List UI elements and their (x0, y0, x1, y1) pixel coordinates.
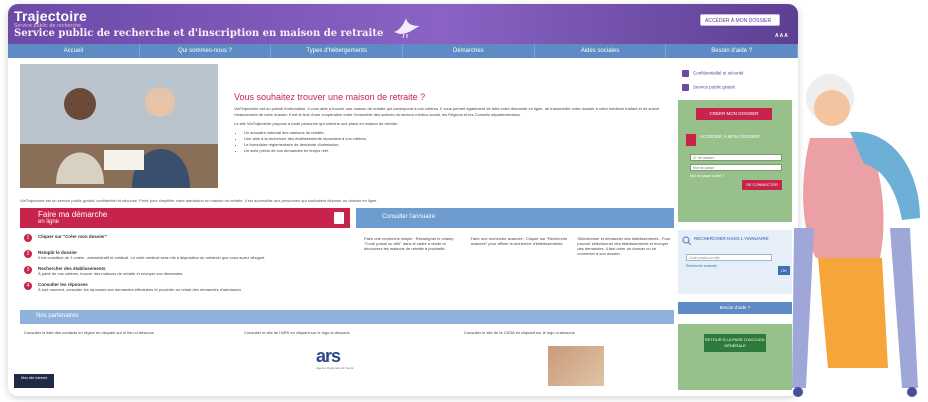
intro-paragraph: ViaTrajectoire est un portail d'orientat… (234, 106, 660, 117)
steps-list: 1 Cliquer sur "Créer mon dossier" 2 Remp… (24, 234, 350, 298)
brand-logo[interactable]: Trajectoire Service public de recherche (14, 8, 87, 29)
free-service-label: Service public gratuit (693, 84, 735, 90)
nav-item-aides-sociales[interactable]: Aides sociales (535, 44, 667, 58)
partners-banner: Nos partenaires (20, 310, 674, 324)
step-number: 1 (24, 234, 32, 242)
search-title: RECHERCHER DANS L'ANNUAIRE (694, 236, 769, 241)
step-text: À tout moment, consulter les réponses au… (38, 287, 242, 292)
header-band: Trajectoire Service public de recherche … (8, 4, 798, 44)
nav-item-types-hebergements[interactable]: Types d'hébergements (271, 44, 404, 58)
cnsa-logo[interactable] (548, 346, 604, 386)
step-number: 4 (24, 282, 32, 290)
main-nav: Accueil Qui sommes-nous ? Types d'héberg… (8, 44, 798, 58)
step-item: 1 Cliquer sur "Créer mon dossier" (24, 234, 350, 250)
demarche-subtitle: en ligne (38, 219, 60, 225)
hero-photo (20, 64, 218, 188)
search-icon (682, 236, 692, 246)
partners-title: Nos partenaires (36, 313, 79, 319)
step-title[interactable]: Cliquer sur "Créer mon dossier" (38, 234, 350, 239)
login-title: ACCÉDER À MON DOSSIER (700, 134, 760, 139)
site-title: Service public de recherche et d'inscrip… (14, 28, 384, 39)
annuaire-col-select: Sélectionner et demander des établisseme… (577, 236, 671, 256)
intro-list: Un annuaire national des maisons de retr… (244, 130, 674, 154)
password-input[interactable]: Mot de passe (690, 164, 782, 171)
list-item: Un suivi précis de vos demandes en temps… (244, 148, 674, 154)
document-icon (682, 84, 689, 91)
bird-icon (394, 18, 420, 38)
dossier-number-input[interactable]: N° de dossier (690, 154, 782, 161)
step-text: À partir de vos critères, trouver des ma… (38, 271, 184, 276)
nav-item-besoin-aide[interactable]: Besoin d'aide ? (666, 44, 798, 58)
demarche-banner: Faire ma démarche en ligne (20, 208, 350, 228)
confidentiality-label: Confidentialité et sécurité (693, 70, 744, 76)
brand-name: Trajectoire (14, 8, 88, 24)
ars-logo[interactable]: ars (316, 346, 341, 367)
browser-frame: Trajectoire Service public de recherche … (8, 4, 798, 396)
forgot-password-link[interactable]: Mot de passe oublié ? (690, 174, 724, 178)
site-badge: Mon site internet (14, 374, 54, 388)
search-input[interactable]: Code postal ou ville (686, 254, 772, 261)
annuaire-columns: Faire une recherche simple : Renseigner … (364, 236, 674, 256)
annuaire-banner: Consulter l'annuaire (356, 208, 674, 228)
nav-item-qui-sommes-nous[interactable]: Qui sommes-nous ? (140, 44, 272, 58)
partner-ars-text: Consulter le site de l'ARS en cliquant s… (244, 330, 350, 335)
annuaire-col-simple: Faire une recherche simple : Renseigner … (364, 236, 454, 251)
partner-contacts-link[interactable]: Consulter la liste des contacts en régio… (24, 330, 194, 335)
confidentiality-link[interactable]: Confidentialité et sécurité (682, 70, 744, 77)
step-item: 4 Consulter les réponses À tout moment, … (24, 282, 350, 298)
step-number: 3 (24, 266, 32, 274)
step-item: 3 Rechercher des établissements À partir… (24, 266, 350, 282)
ars-logo-text: ars (316, 346, 341, 366)
return-home-button[interactable]: RETOUR À LA PAGE D'ACCUEIL GÉNÉRALE (704, 334, 766, 352)
elderly-woman-illustration (792, 74, 920, 397)
service-note: ViaTrajectoire est un service public gra… (20, 198, 378, 203)
intro-text: ViaTrajectoire est un portail d'orientat… (234, 106, 674, 154)
annuaire-title: Consulter l'annuaire (382, 214, 436, 220)
annuaire-col-advanced: Faire une recherche avancée : Cliquer su… (470, 236, 568, 246)
main-content: Vous souhaitez trouver une maison de ret… (20, 64, 674, 386)
demarche-title: Faire ma démarche (38, 210, 108, 219)
lock-icon (682, 70, 689, 77)
document-icon (334, 212, 344, 224)
access-dossier-button[interactable]: ACCÉDER À MON DOSSIER (700, 14, 780, 26)
intro-paragraph: Le site ViaTrajectoire propose à toute p… (234, 121, 400, 126)
ars-logo-subtitle: Agence Régionale de Santé (316, 366, 354, 370)
advanced-search-link[interactable]: Recherche avancée (686, 264, 717, 268)
intro-title: Vous souhaitez trouver une maison de ret… (234, 92, 426, 102)
partner-cnsa-text: Consulter le site de la CNSA en cliquant… (464, 330, 575, 335)
nav-item-demarches[interactable]: Démarches (403, 44, 535, 58)
step-text: Il est constitué de 3 volets : administr… (38, 255, 266, 260)
create-dossier-button[interactable]: CRÉER MON DOSSIER (696, 108, 772, 120)
text-size-control[interactable]: A A A (775, 33, 788, 39)
step-item: 2 Remplir le dossier Il est constitué de… (24, 250, 350, 266)
step-number: 2 (24, 250, 32, 258)
free-service-link[interactable]: Service public gratuit (682, 84, 735, 91)
user-icon (686, 134, 696, 146)
nav-item-accueil[interactable]: Accueil (8, 44, 140, 58)
